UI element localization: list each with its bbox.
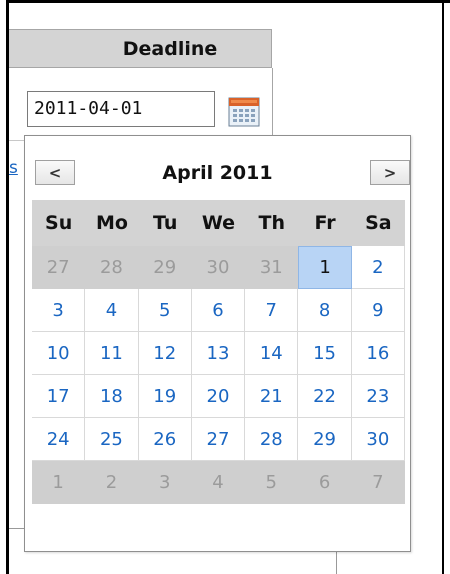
day-cell[interactable]: 16 [351,332,405,375]
weekday-header: Mo [85,200,139,246]
other-month-day-cell: 2 [85,461,139,504]
day-cell[interactable]: 14 [245,332,299,375]
deadline-column-header[interactable]: Deadline [9,29,272,68]
other-month-day-cell: 3 [138,461,192,504]
other-month-day-cell: 30 [191,246,246,289]
other-month-day-cell: 29 [138,246,192,289]
datepicker-popup: < April 2011 > Su Mo Tu We Th Fr Sa 27 28 29 30 31 1… [24,135,411,552]
day-cell[interactable]: 27 [191,418,246,461]
day-cell[interactable]: 20 [191,375,246,418]
weekday-header: Sa [351,200,405,246]
other-month-day-cell: 5 [245,461,299,504]
day-cell[interactable]: 25 [85,418,139,461]
weekday-header: Tu [138,200,192,246]
day-cell[interactable]: 8 [298,289,352,332]
calendar-icon[interactable] [228,97,260,127]
day-cell[interactable]: 9 [351,289,405,332]
day-cell[interactable]: 4 [85,289,139,332]
day-cell[interactable]: 15 [298,332,352,375]
window-border-top [6,0,450,3]
day-cell[interactable]: 7 [245,289,299,332]
other-month-day-cell: 7 [351,461,405,504]
day-cell[interactable]: 30 [351,418,405,461]
day-cell[interactable]: 29 [298,418,352,461]
other-month-day-cell: 31 [245,246,299,289]
day-cell[interactable]: 10 [32,332,86,375]
weekday-header: Th [245,200,299,246]
day-cell[interactable]: 18 [85,375,139,418]
month-year-title: April 2011 [162,162,273,184]
other-month-day-cell: 4 [191,461,246,504]
day-cell[interactable]: 17 [32,375,86,418]
day-cell[interactable]: 26 [138,418,192,461]
day-cell[interactable]: 23 [351,375,405,418]
deadline-header-label: Deadline [122,37,218,60]
day-cell[interactable]: 13 [191,332,246,375]
calendar-grid: Su Mo Tu We Th Fr Sa 27 28 29 30 31 1 2 3 4 5 6 7 8 9 10 11 12 1… [32,200,405,504]
other-month-day-cell: 6 [298,461,352,504]
day-cell[interactable]: 19 [138,375,192,418]
day-cell[interactable]: 3 [32,289,86,332]
day-cell[interactable]: 12 [138,332,192,375]
weekday-header: We [191,200,246,246]
day-cell[interactable]: 6 [191,289,246,332]
selected-day-cell[interactable]: 1 [298,246,352,289]
day-cell[interactable]: 24 [32,418,86,461]
other-month-day-cell: 1 [32,461,86,504]
day-cell[interactable]: 21 [245,375,299,418]
deadline-date-input[interactable]: 2011-04-01 [27,91,215,127]
other-month-day-cell: 28 [85,246,139,289]
partial-link[interactable]: s [9,158,23,184]
other-month-day-cell: 27 [32,246,86,289]
window-border-right [442,0,444,574]
weekday-header: Su [32,200,86,246]
day-cell[interactable]: 28 [245,418,299,461]
day-cell[interactable]: 2 [351,246,405,289]
prev-month-button[interactable]: < [35,160,75,185]
weekday-header: Fr [298,200,352,246]
day-cell[interactable]: 22 [298,375,352,418]
day-cell[interactable]: 11 [85,332,139,375]
day-cell[interactable]: 5 [138,289,192,332]
next-month-button[interactable]: > [370,160,410,185]
